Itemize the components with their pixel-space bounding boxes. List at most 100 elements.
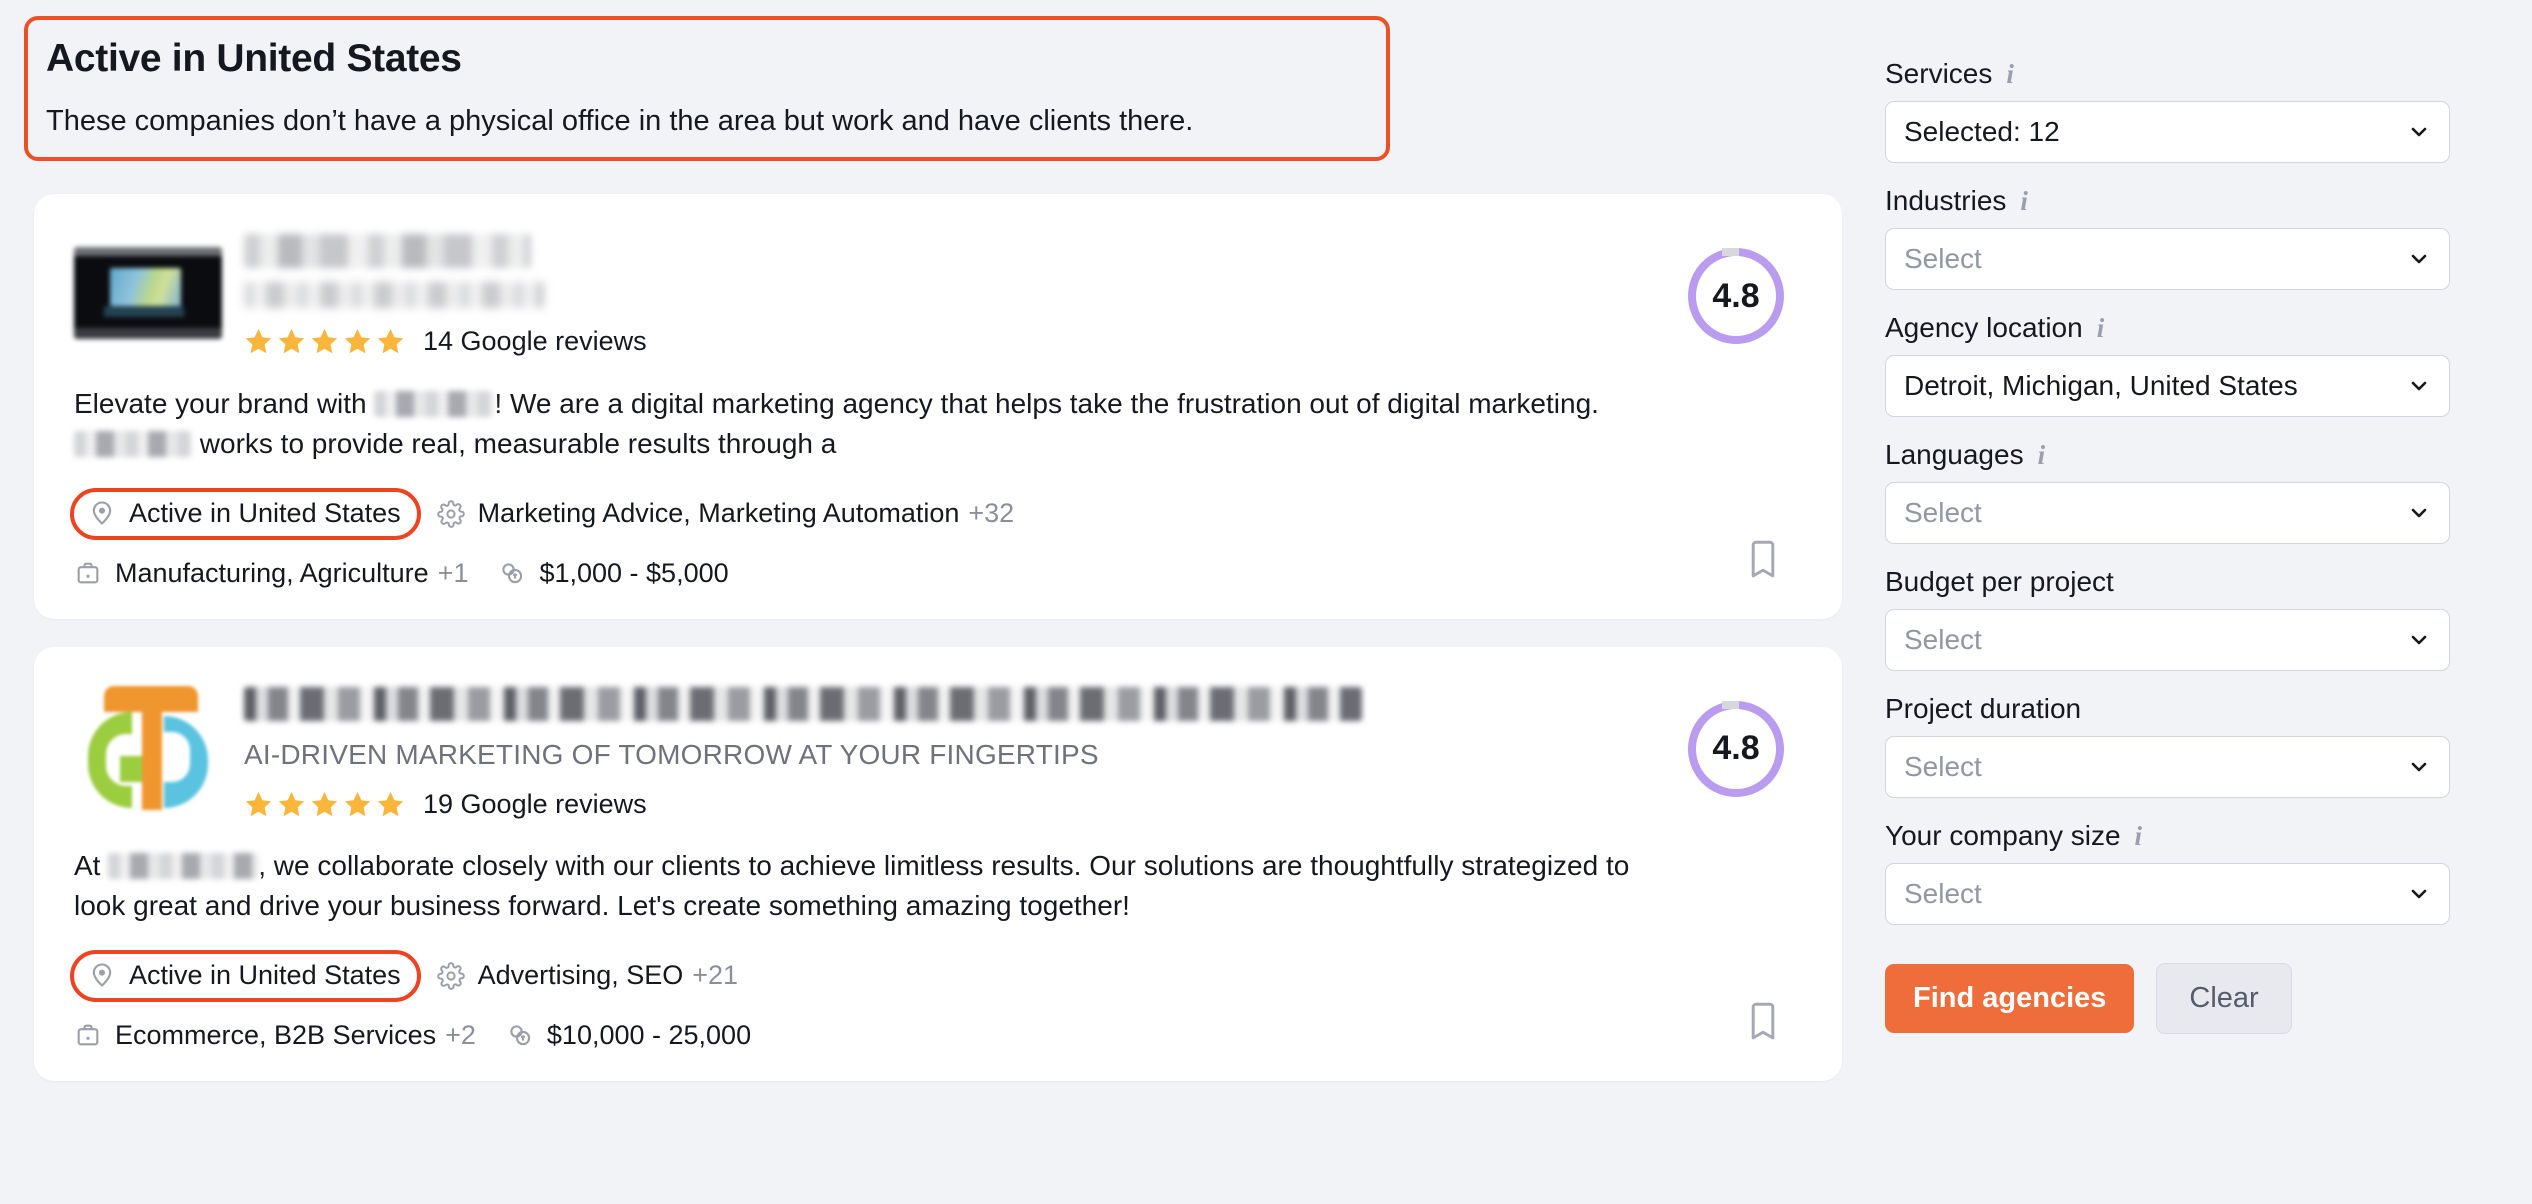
agency-name-redacted[interactable] bbox=[244, 686, 1362, 721]
agency-industries[interactable]: Manufacturing, Agriculture +1 bbox=[74, 558, 468, 589]
filter-label: Agency location i bbox=[1885, 312, 2470, 344]
chevron-down-icon bbox=[2411, 635, 2427, 645]
logo-shape-blue-inner bbox=[162, 731, 190, 782]
agency-location[interactable]: Active in United States bbox=[88, 498, 401, 529]
filter-services: Services i Selected: 12 bbox=[1885, 58, 2470, 163]
project-duration-select[interactable]: Select bbox=[1885, 736, 2450, 798]
agency-industries-more[interactable]: +1 bbox=[438, 558, 469, 589]
company-size-select[interactable]: Select bbox=[1885, 863, 2450, 925]
filter-label-text: Budget per project bbox=[1885, 566, 2114, 597]
active-location-highlight: Active in United States bbox=[70, 487, 421, 540]
agency-location-label: Active in United States bbox=[129, 959, 401, 990]
results-column: Active in United States These companies … bbox=[0, 0, 1855, 1109]
gear-icon bbox=[436, 499, 465, 528]
agency-industries-label: Manufacturing, Agriculture bbox=[115, 557, 429, 588]
rating-value: 4.8 bbox=[1712, 729, 1760, 768]
select-value: Selected: 12 bbox=[1904, 116, 2060, 147]
map-pin-icon bbox=[88, 499, 116, 527]
agency-budget[interactable]: $1,000 - $5,000 bbox=[498, 558, 729, 589]
agency-rating-row: 14 Google reviews bbox=[244, 326, 1802, 357]
star-icon bbox=[344, 329, 371, 354]
reviews-count: 14 Google reviews bbox=[423, 326, 647, 357]
agency-name-redacted[interactable] bbox=[244, 234, 530, 269]
select-value: Select bbox=[1904, 624, 1982, 655]
select-value: Select bbox=[1904, 497, 1982, 528]
languages-select[interactable]: Select bbox=[1885, 482, 2450, 544]
redacted-brand-name bbox=[108, 853, 259, 880]
filter-project-duration: Project duration Select bbox=[1885, 693, 2470, 798]
agency-services[interactable]: Advertising, SEO +21 bbox=[436, 960, 738, 991]
filter-label: Your company size i bbox=[1885, 820, 2470, 852]
filter-label-text: Agency location bbox=[1885, 312, 2083, 343]
active-in-location-banner: Active in United States These companies … bbox=[24, 16, 1390, 162]
agency-card-header: 14 Google reviews bbox=[74, 228, 1802, 358]
chevron-down-icon bbox=[2411, 508, 2427, 518]
agency-card[interactable]: 14 Google reviews 4.8 Elevate your brand… bbox=[34, 194, 1842, 619]
agency-logo-image bbox=[86, 682, 210, 810]
agency-industries-label: Ecommerce, B2B Services bbox=[115, 1019, 437, 1050]
agency-services-more[interactable]: +32 bbox=[968, 498, 1014, 529]
bookmark-icon[interactable] bbox=[1746, 1002, 1780, 1049]
agency-description: Elevate your brand with ! We are a digit… bbox=[74, 384, 1634, 464]
agency-location-label: Active in United States bbox=[129, 497, 401, 528]
info-icon[interactable]: i bbox=[2097, 314, 2105, 342]
rating-badge: 4.8 bbox=[1688, 700, 1784, 797]
industries-select[interactable]: Select bbox=[1885, 228, 2450, 290]
star-icon bbox=[344, 792, 371, 817]
agency-services-more[interactable]: +21 bbox=[692, 960, 738, 991]
agency-meta-row-secondary: Ecommerce, B2B Services +2 $10,000 - 25,… bbox=[74, 1020, 1802, 1051]
select-value: Detroit, Michigan, United States bbox=[1904, 370, 2298, 401]
filter-label-text: Languages bbox=[1885, 439, 2024, 470]
filter-label: Project duration bbox=[1885, 693, 2470, 725]
chevron-down-icon bbox=[2411, 254, 2427, 264]
filter-label-text: Project duration bbox=[1885, 693, 2082, 724]
agency-location-select[interactable]: Detroit, Michigan, United States bbox=[1885, 355, 2450, 417]
filter-label: Budget per project bbox=[1885, 566, 2470, 598]
agency-services-label: Advertising, SEO bbox=[477, 960, 684, 991]
star-icon bbox=[278, 792, 305, 817]
filters-sidebar: Services i Selected: 12 Industries i Sel… bbox=[1855, 0, 2532, 1034]
agency-industries-more[interactable]: +2 bbox=[445, 1020, 476, 1051]
select-value: Select bbox=[1904, 243, 1982, 274]
filter-company-size: Your company size i Select bbox=[1885, 820, 2470, 925]
agency-budget-label: $10,000 - 25,000 bbox=[546, 1019, 752, 1050]
info-icon[interactable]: i bbox=[2020, 187, 2028, 215]
description-text-2: , we collaborate closely with our client… bbox=[74, 850, 1630, 922]
briefcase-icon bbox=[74, 1021, 102, 1049]
star-icon bbox=[278, 329, 305, 354]
filter-industries: Industries i Select bbox=[1885, 185, 2470, 290]
gear-icon bbox=[436, 962, 465, 990]
agency-search-results-page: Active in United States These companies … bbox=[0, 0, 2532, 1204]
agency-logo-image bbox=[74, 247, 222, 340]
select-value: Select bbox=[1904, 878, 1982, 909]
info-icon[interactable]: i bbox=[2006, 60, 2014, 88]
budget-select[interactable]: Select bbox=[1885, 609, 2450, 671]
star-rating bbox=[244, 327, 405, 356]
coins-icon bbox=[498, 559, 526, 587]
filter-label: Languages i bbox=[1885, 439, 2470, 471]
services-select[interactable]: Selected: 12 bbox=[1885, 101, 2450, 163]
info-icon[interactable]: i bbox=[2135, 822, 2143, 850]
info-icon[interactable]: i bbox=[2038, 441, 2046, 469]
active-location-highlight: Active in United States bbox=[70, 949, 421, 1002]
filter-languages: Languages i Select bbox=[1885, 439, 2470, 544]
clear-button[interactable]: Clear bbox=[2156, 963, 2292, 1034]
agency-budget[interactable]: $10,000 - 25,000 bbox=[506, 1020, 751, 1051]
filter-label-text: Industries bbox=[1885, 185, 2007, 216]
agency-industries[interactable]: Ecommerce, B2B Services +2 bbox=[74, 1020, 476, 1051]
find-agencies-button[interactable]: Find agencies bbox=[1885, 964, 2135, 1033]
agency-meta-row-secondary: Manufacturing, Agriculture +1 $1,000 - $… bbox=[74, 558, 1802, 589]
star-icon bbox=[311, 792, 338, 817]
filter-budget-per-project: Budget per project Select bbox=[1885, 566, 2470, 671]
description-text-3: works to provide real, measurable result… bbox=[192, 428, 837, 460]
agency-rating-row: 19 Google reviews bbox=[244, 789, 1802, 820]
chevron-down-icon bbox=[2411, 762, 2427, 772]
chevron-down-icon bbox=[2411, 381, 2427, 391]
bookmark-icon[interactable] bbox=[1746, 540, 1780, 587]
star-rating bbox=[244, 790, 405, 819]
agency-description: At , we collaborate closely with our cli… bbox=[74, 846, 1634, 926]
agency-card[interactable]: AI-DRIVEN MARKETING OF TOMORROW AT YOUR … bbox=[34, 646, 1842, 1081]
agency-location[interactable]: Active in United States bbox=[88, 960, 401, 991]
agency-tagline: AI-DRIVEN MARKETING OF TOMORROW AT YOUR … bbox=[244, 738, 1099, 770]
agency-services[interactable]: Marketing Advice, Marketing Automation +… bbox=[436, 498, 1014, 529]
